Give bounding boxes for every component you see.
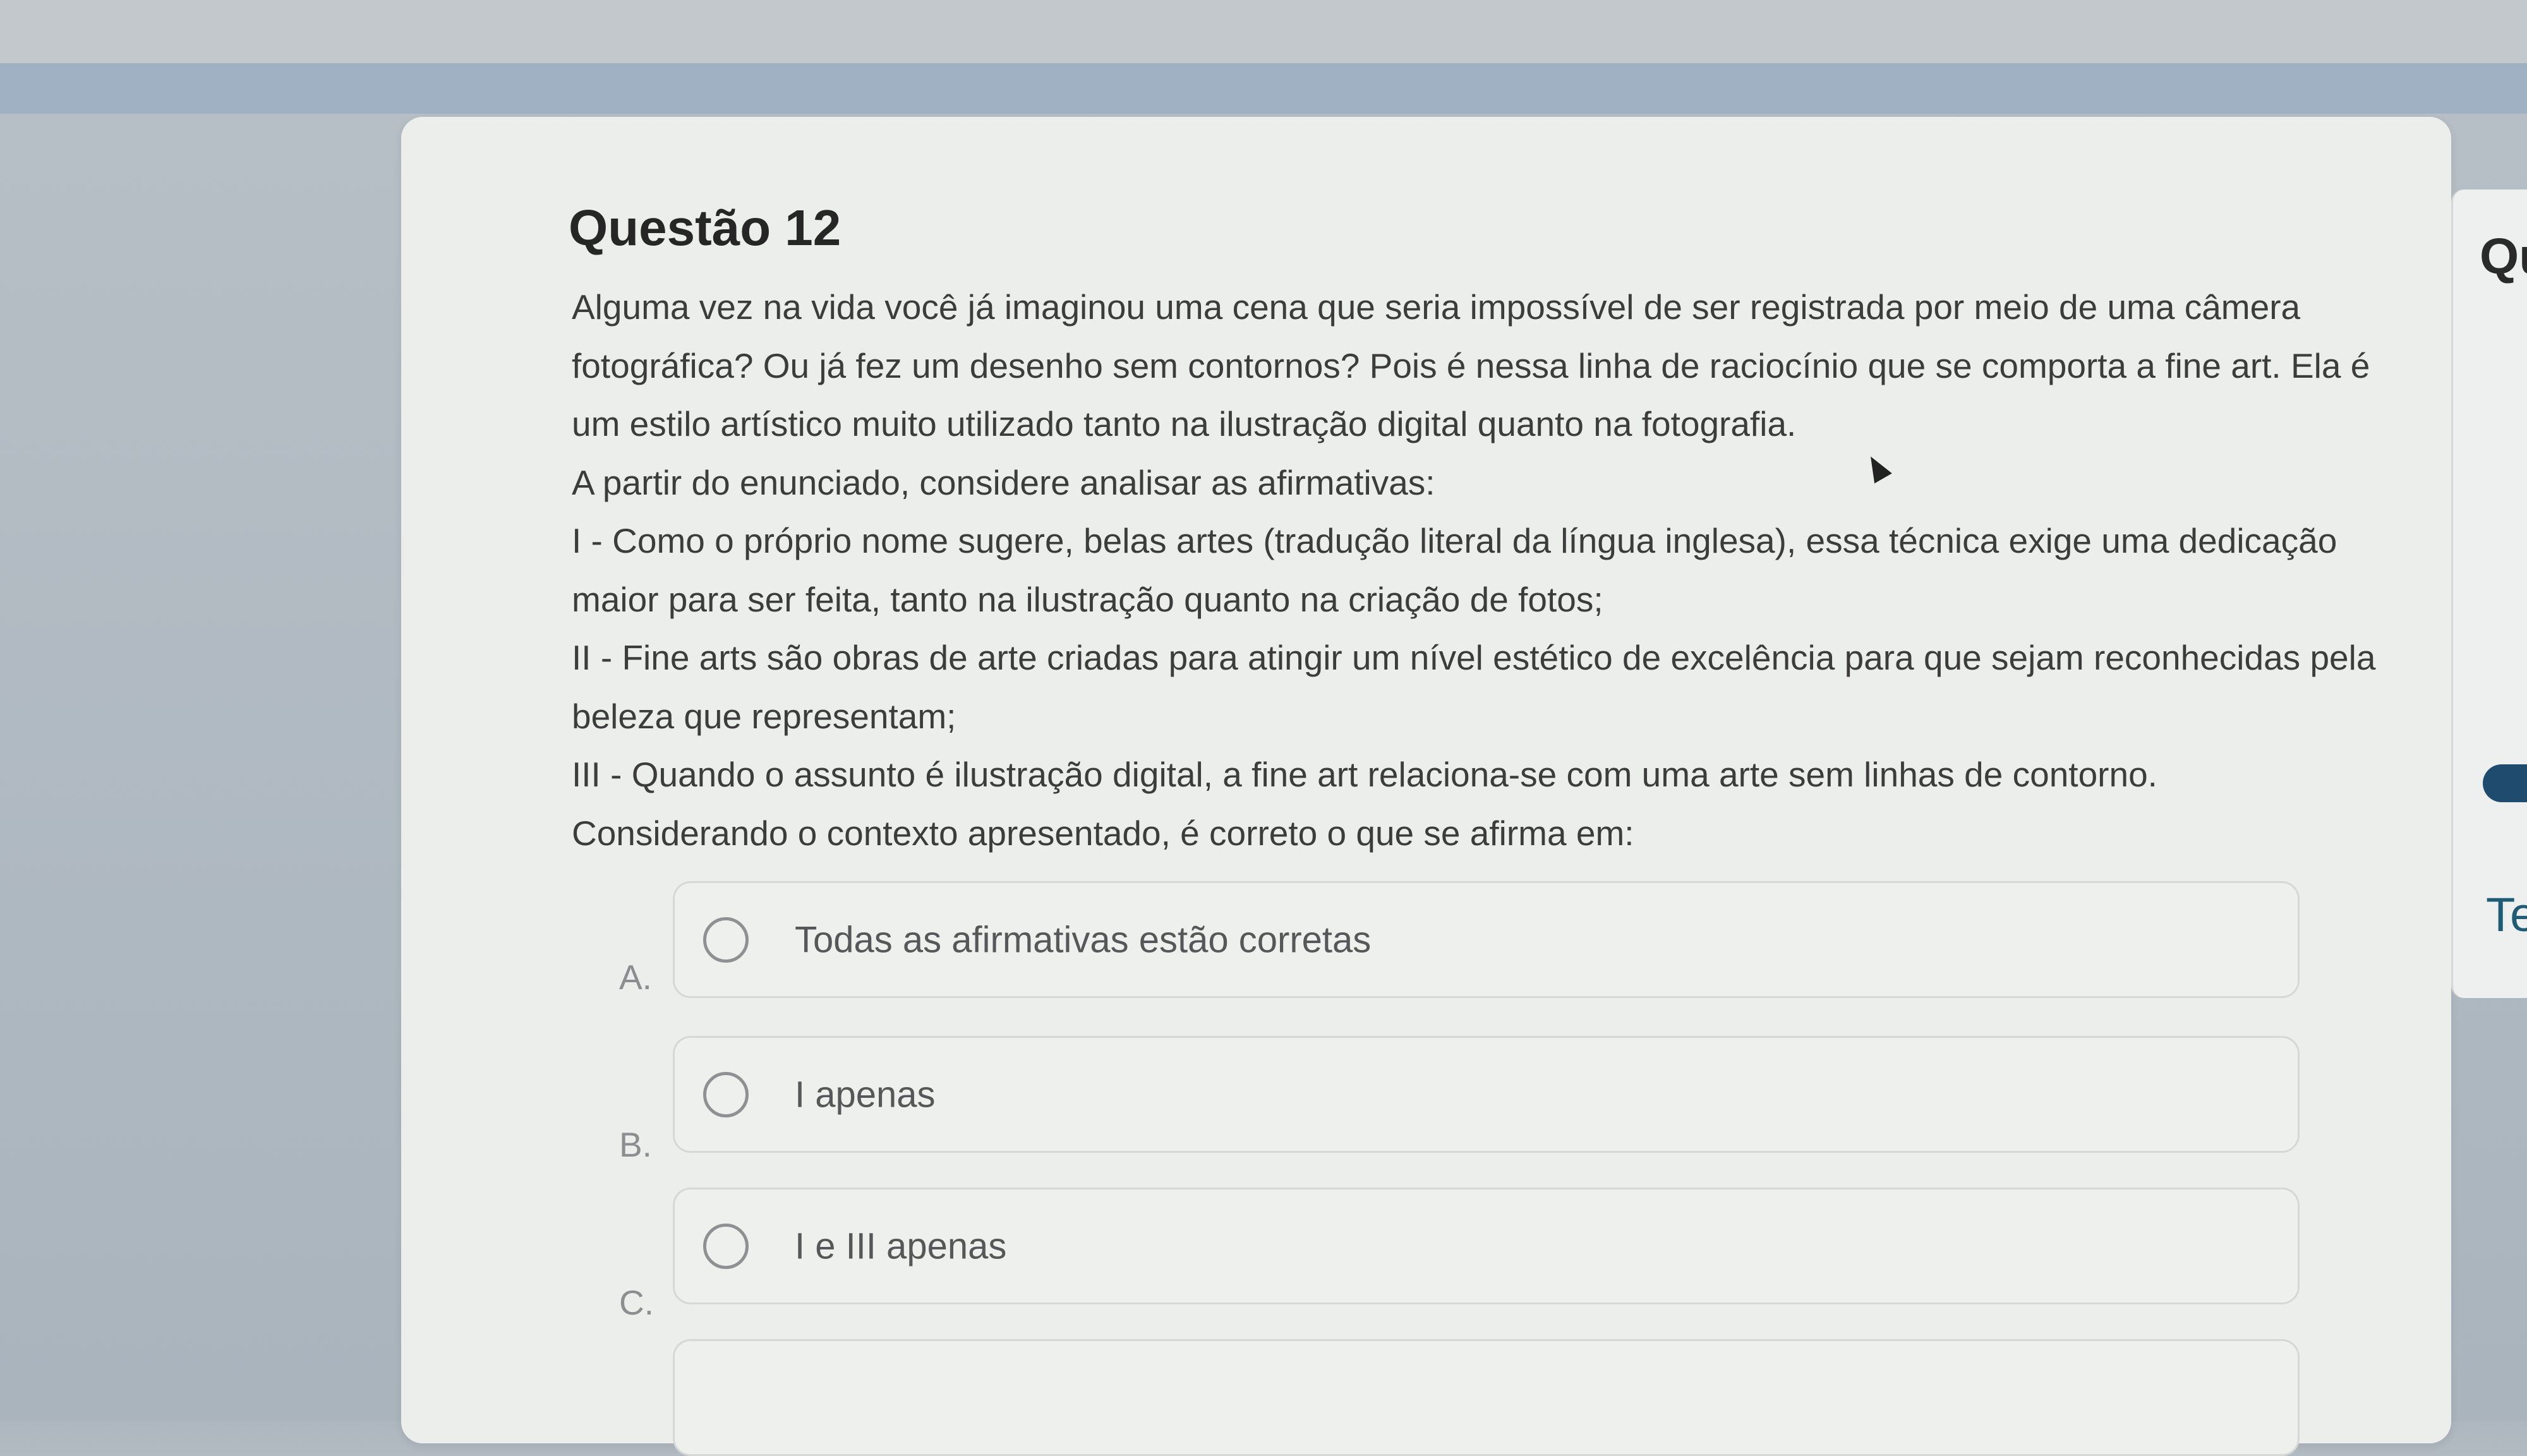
option-a-letter: A. (619, 958, 652, 997)
option-a-box[interactable]: Todas as afirmativas estão corretas (673, 881, 2300, 998)
option-a[interactable]: A. Todas as afirmativas estão corretas (619, 881, 2312, 1017)
question-nav-current-indicator[interactable] (2483, 764, 2527, 802)
option-c-letter: C. (619, 1283, 654, 1322)
statement-item-2: II - Fine arts são obras de arte criadas… (572, 638, 2376, 736)
option-a-text: Todas as afirmativas estão corretas (795, 919, 1372, 960)
option-b-text: I apenas (795, 1074, 936, 1115)
statement-item-1: I - Como o próprio nome sugere, belas ar… (572, 521, 2337, 619)
header-strip (0, 63, 2527, 114)
option-c[interactable]: C. I e III apenas (619, 1188, 2312, 1323)
option-c-box[interactable]: I e III apenas (673, 1188, 2300, 1304)
statement-prompt: Considerando o contexto apresentado, é c… (572, 813, 1634, 853)
statement-intro: Alguma vez na vida você já imaginou uma … (572, 287, 2370, 443)
statement-item-3: III - Quando o assunto é ilustração digi… (572, 755, 2157, 794)
question-nav-panel (2451, 190, 2527, 998)
option-c-text: I e III apenas (795, 1225, 1007, 1266)
question-nav-title: Qu (2480, 228, 2527, 284)
option-b-letter: B. (619, 1125, 652, 1164)
question-nav-text: Te (2486, 888, 2527, 942)
browser-top-bar (0, 0, 2527, 63)
option-c-radio-icon[interactable] (703, 1223, 749, 1269)
option-b-radio-icon[interactable] (703, 1071, 749, 1117)
question-title: Questão 12 (569, 200, 841, 256)
question-statement: Alguma vez na vida você já imaginou uma … (572, 278, 2391, 862)
option-d[interactable] (619, 1339, 2312, 1456)
option-b[interactable]: B. I apenas (619, 1036, 2312, 1172)
option-a-radio-icon[interactable] (703, 917, 749, 963)
option-d-box[interactable] (673, 1339, 2300, 1456)
option-b-box[interactable]: I apenas (673, 1036, 2300, 1153)
statement-instruction: A partir do enunciado, considere analisa… (572, 462, 1435, 502)
